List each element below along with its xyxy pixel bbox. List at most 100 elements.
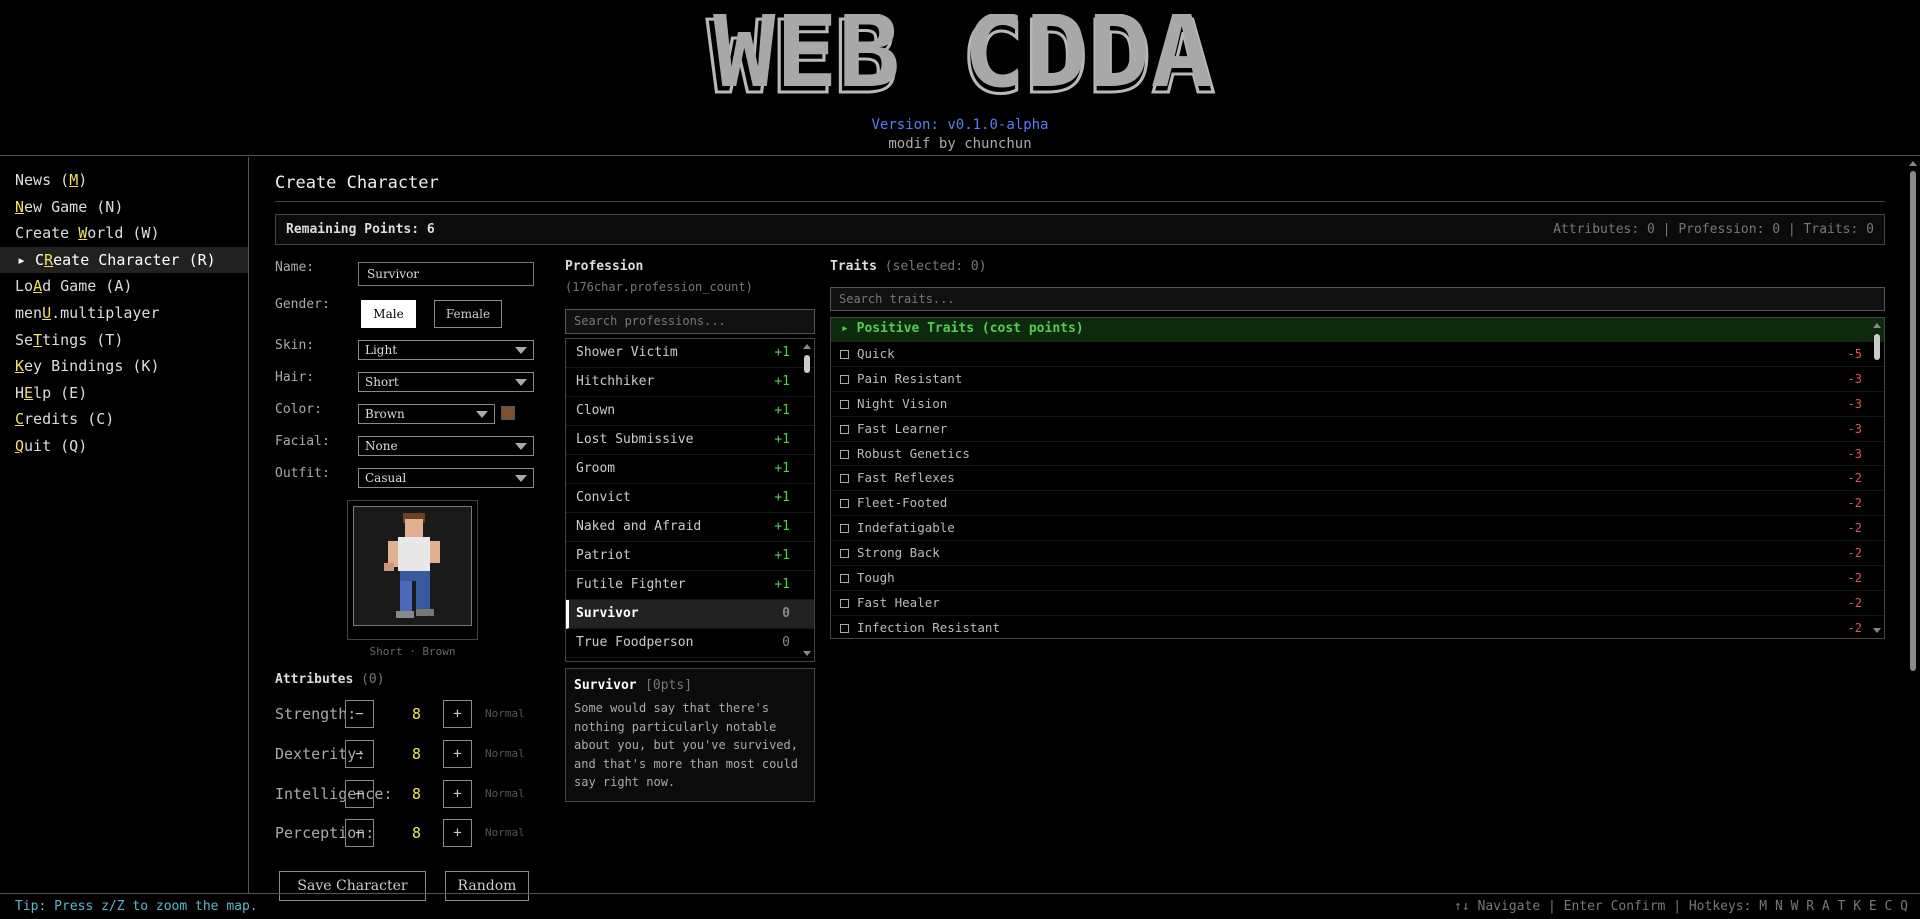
checkbox-icon[interactable] [840, 598, 849, 608]
profession-cost: +1 [774, 432, 790, 447]
checkbox-icon[interactable] [840, 574, 849, 584]
name-input[interactable]: Survivor [358, 262, 534, 286]
trait-item[interactable]: Robust Genetics -3 [831, 442, 1884, 467]
profession-cost: +1 [774, 403, 790, 418]
menu-item-credits[interactable]: Credits (C) [0, 406, 248, 433]
profession-scrollbar[interactable] [800, 339, 814, 661]
traits-group-positive[interactable]: ▸ Positive Traits (cost points) [831, 318, 1884, 342]
scroll-thumb[interactable] [804, 355, 810, 373]
menu-item-news[interactable]: News (M) [0, 167, 248, 194]
menu-item-settings[interactable]: SeTtings (T) [0, 327, 248, 354]
checkbox-icon[interactable] [840, 474, 849, 484]
menu-item-multiplayer[interactable]: menU.multiplayer [0, 300, 248, 327]
profession-name: Shower Victim [576, 345, 678, 360]
scroll-up-icon[interactable] [1873, 323, 1881, 328]
trait-item[interactable]: Fast Reflexes -2 [831, 466, 1884, 492]
trait-item[interactable]: Strong Back -2 [831, 541, 1884, 567]
menu-item-create-character[interactable]: ▸ CReate Character (R) [0, 246, 248, 274]
strength-increase-button[interactable]: + [443, 700, 472, 728]
scroll-thumb[interactable] [1910, 171, 1916, 671]
profession-item[interactable]: Groom +1 [566, 455, 814, 484]
trait-item[interactable]: Night Vision -3 [831, 392, 1884, 417]
hair-select[interactable]: Short [358, 372, 534, 392]
traits-search-input[interactable]: Search traits... [830, 287, 1885, 311]
profession-name: True Foodperson [576, 635, 694, 650]
menu-item-load-game[interactable]: LoAd Game (A) [0, 273, 248, 300]
profession-item[interactable]: Clown +1 [566, 397, 814, 426]
trait-name: Fleet-Footed [857, 495, 948, 511]
menu-label: ey Bindings (K) [24, 357, 160, 376]
outfit-select[interactable]: Casual [358, 468, 534, 488]
menu-label: men [15, 303, 43, 322]
attribute-value: 8 [412, 824, 422, 842]
trait-item[interactable]: Fast Healer -2 [831, 591, 1884, 616]
scroll-down-icon[interactable] [1873, 628, 1881, 633]
profession-item[interactable]: Convict +1 [566, 484, 814, 513]
checkbox-icon[interactable] [840, 350, 849, 359]
color-select[interactable]: Brown [358, 404, 495, 424]
menu-item-quit[interactable]: Quit (Q) [0, 433, 248, 460]
hotkey: R [44, 250, 54, 269]
profession-item-selected[interactable]: Survivor 0 [566, 600, 814, 629]
profession-desc-points: [0pts] [645, 678, 693, 693]
scroll-up-icon[interactable] [1909, 161, 1917, 166]
checkbox-icon[interactable] [840, 524, 849, 534]
scroll-up-icon[interactable] [803, 344, 811, 349]
skin-select[interactable]: Light [358, 340, 534, 360]
gender-male-button[interactable]: Male [361, 300, 416, 328]
trait-item[interactable]: Fast Learner -3 [831, 417, 1884, 442]
main-scrollbar[interactable] [1906, 157, 1920, 893]
traits-scrollbar[interactable] [1870, 318, 1884, 638]
intelligence-increase-button[interactable]: + [443, 780, 472, 808]
perception-increase-button[interactable]: + [443, 819, 472, 847]
attribute-level: Normal [485, 787, 525, 800]
checkbox-icon[interactable] [840, 424, 849, 434]
attribute-level: Normal [485, 707, 525, 720]
menu-item-help[interactable]: HElp (E) [0, 380, 248, 407]
hotkey: M [69, 171, 79, 189]
gender-female-button[interactable]: Female [434, 300, 502, 328]
checkbox-icon[interactable] [840, 499, 849, 509]
checkbox-icon[interactable] [840, 449, 849, 459]
checkbox-icon[interactable] [840, 399, 849, 409]
trait-name: Tough [857, 570, 895, 586]
profession-item[interactable]: Hitchhiker +1 [566, 368, 814, 397]
trait-item[interactable]: Fleet-Footed -2 [831, 491, 1884, 517]
profession-item[interactable]: Shower Victim +1 [566, 339, 814, 368]
intelligence-decrease-button[interactable]: − [345, 780, 374, 808]
attributes-heading: Attributes (0) [275, 672, 385, 687]
menu-item-new-game[interactable]: New Game (N) [0, 194, 248, 221]
facial-select[interactable]: None [358, 436, 534, 456]
profession-item[interactable]: Naked and Afraid +1 [566, 513, 814, 542]
scroll-down-icon[interactable] [803, 651, 811, 656]
perception-decrease-button[interactable]: − [345, 819, 374, 847]
dexterity-decrease-button[interactable]: − [345, 740, 374, 768]
color-value: Brown [365, 407, 405, 421]
profession-search-input[interactable]: Search professions... [565, 309, 815, 334]
trait-item[interactable]: Infection Resistant -2 [831, 616, 1884, 638]
profession-item[interactable]: Lost Submissive +1 [566, 426, 814, 455]
trait-item[interactable]: Tough -2 [831, 566, 1884, 591]
scroll-thumb[interactable] [1874, 334, 1880, 360]
trait-cost: -3 [1847, 421, 1862, 436]
trait-item[interactable]: Indefatigable -2 [831, 516, 1884, 542]
strength-decrease-button[interactable]: − [345, 700, 374, 728]
profession-item[interactable]: Futile Fighter +1 [566, 571, 814, 600]
traits-heading: Traits (selected: 0) [830, 259, 987, 274]
trait-name: Quick [857, 346, 895, 361]
menu-label: H [15, 383, 25, 402]
color-swatch [501, 406, 515, 420]
profession-item[interactable]: Patriot +1 [566, 542, 814, 571]
menu-item-key-bindings[interactable]: Key Bindings (K) [0, 353, 248, 380]
chevron-down-icon [515, 347, 527, 354]
profession-item[interactable]: True Foodperson 0 [566, 629, 814, 658]
profession-name: Patriot [576, 548, 631, 563]
trait-item[interactable]: Quick -5 [831, 342, 1884, 367]
trait-cost: -5 [1847, 347, 1862, 361]
menu-item-create-world[interactable]: Create World (W) [0, 220, 248, 247]
checkbox-icon[interactable] [840, 374, 849, 384]
checkbox-icon[interactable] [840, 623, 849, 633]
checkbox-icon[interactable] [840, 549, 849, 559]
dexterity-increase-button[interactable]: + [443, 740, 472, 768]
trait-item[interactable]: Pain Resistant -3 [831, 367, 1884, 392]
